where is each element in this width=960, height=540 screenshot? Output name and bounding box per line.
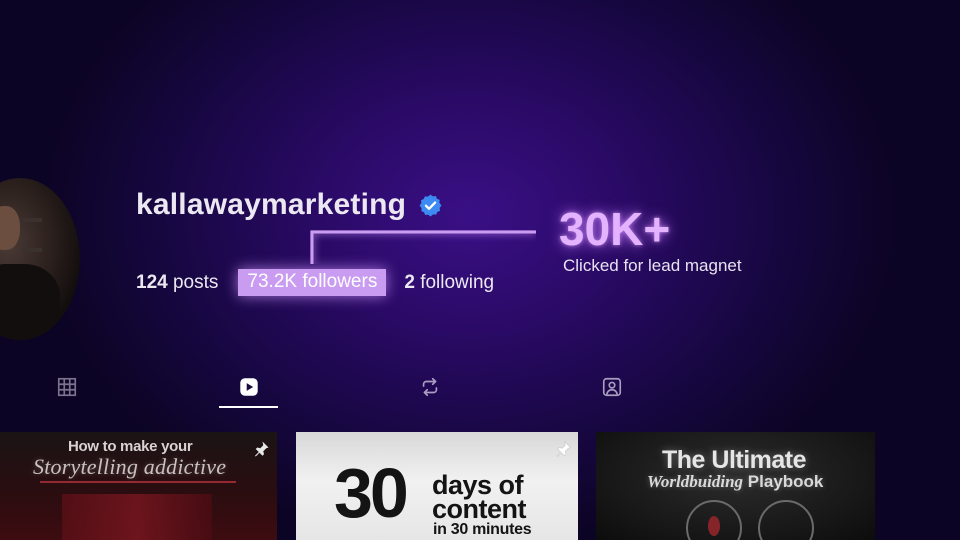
- followers-count: 73.2K: [247, 271, 298, 292]
- post-title-word: Worldbuiding: [647, 472, 744, 491]
- reposts-icon: [422, 377, 438, 397]
- post-underline: [40, 481, 236, 483]
- post-title-line: content: [432, 494, 527, 524]
- avatar-face: [0, 206, 20, 250]
- post-title-line: Storytelling addictive: [33, 454, 227, 479]
- pin-icon: [556, 440, 572, 457]
- avatar-shelf: [22, 248, 42, 252]
- post-title-line: Worldbuiding Playbook: [647, 472, 823, 492]
- followers-stat[interactable]: 73.2K followers: [238, 269, 387, 296]
- tab-reposts[interactable]: [400, 366, 460, 408]
- post-image-ring: [758, 500, 814, 540]
- tab-reels[interactable]: [219, 366, 279, 408]
- active-tab-indicator: [219, 406, 278, 408]
- post-title-number: 30: [334, 454, 409, 532]
- profile-stats: 124 posts 73.2K followers 2 following: [136, 269, 494, 296]
- post-title-word: Playbook: [747, 472, 824, 491]
- posts-grid: How to make your Storytelling addictive …: [0, 432, 960, 540]
- profile-header: kallawaymarketing: [136, 188, 443, 222]
- verified-badge-icon: [419, 194, 442, 216]
- post-image: [62, 494, 212, 540]
- post-image-detail: [708, 516, 720, 536]
- post-thumbnail[interactable]: How to make your Storytelling addictive: [0, 432, 277, 540]
- pin-icon: [255, 441, 269, 457]
- callout-caption: Clicked for lead magnet: [563, 256, 742, 275]
- avatar-shoulder: [0, 264, 60, 340]
- post-thumbnail[interactable]: The Ultimate Worldbuiding Playbook: [596, 432, 875, 540]
- posts-count: 124: [136, 271, 168, 293]
- post-title-line: in 30 minutes: [433, 521, 532, 538]
- followers-label: followers: [302, 271, 378, 292]
- posts-label: posts: [172, 271, 219, 293]
- post-title-line: The Ultimate: [662, 446, 807, 474]
- post-thumbnail[interactable]: 30 days of content in 30 minutes: [296, 432, 578, 540]
- avatar[interactable]: [0, 178, 80, 340]
- following-count: 2: [404, 271, 415, 293]
- tab-tagged[interactable]: [582, 366, 642, 408]
- profile-tabs: [0, 366, 960, 410]
- reels-icon: [240, 378, 258, 396]
- post-title-line: How to make your: [68, 438, 193, 455]
- username: kallawaymarketing: [136, 188, 407, 221]
- following-stat[interactable]: 2 following: [404, 272, 494, 294]
- grid-icon: [57, 377, 77, 397]
- avatar-shelf: [22, 218, 42, 222]
- tab-grid[interactable]: [37, 366, 97, 408]
- posts-stat[interactable]: 124 posts: [136, 272, 218, 294]
- following-label: following: [420, 271, 495, 293]
- tagged-icon: [602, 377, 622, 397]
- profile-screen: kallawaymarketing 124 posts 73.2K follow…: [0, 0, 960, 540]
- callout-connector-line: [310, 230, 536, 264]
- callout-value: 30K+: [559, 203, 671, 255]
